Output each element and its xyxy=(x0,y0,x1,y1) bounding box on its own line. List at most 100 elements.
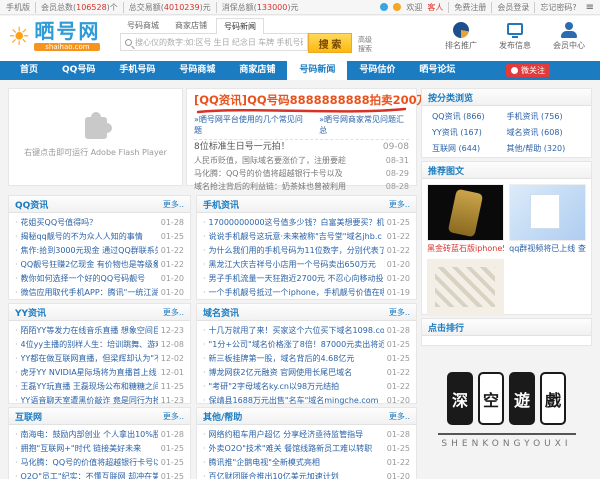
newsflash-item[interactable]: 域名抢注背后的利益链：奶茶妹也曾被利用 08-28 xyxy=(194,180,409,193)
more-link[interactable]: 更多.. xyxy=(163,307,184,318)
list-item[interactable]: · 王磊YY玩直播 王磊现场公布和糖糖之间的关系 11-25 xyxy=(15,379,184,393)
list-item[interactable]: · "考研"2字母域名ky.cn以98万元结拍 01-22 xyxy=(203,379,410,393)
list-item[interactable]: · QQ靓号狂赚2亿现金 有价物也是等级象征 01-22 xyxy=(15,257,184,271)
follow-badge[interactable]: 微关注 xyxy=(506,64,550,77)
nav-number-appraisal[interactable]: 号码估价 xyxy=(347,61,407,80)
logo-tile: 深 xyxy=(447,372,473,425)
menu-icon[interactable]: ≡ xyxy=(586,2,594,13)
category-link[interactable]: 其他/帮助 (320) xyxy=(507,142,582,156)
list-item[interactable]: · 揭秘qq靓号的不为众人人知的事情 01-25 xyxy=(15,229,184,243)
list-item[interactable]: · 4位yy主播的别样人生：培训跳舞、游戏解说、歌 12-08 xyxy=(15,337,184,351)
newsflash-item[interactable]: 8位标准生日号一元拍！ 09-08 xyxy=(194,140,409,154)
page: 手机版 会员总数(106528)个 总交易额(4010239)元 消保总额(13… xyxy=(0,0,600,479)
category-box-title: 按分类浏览 xyxy=(428,91,473,104)
sublink-1[interactable]: »晒号网平台使用的几个常见问题 xyxy=(194,114,307,136)
list-item[interactable]: · YY语音聊天室遭黑价敲诈 竟是同行为抢生意 11-23 xyxy=(15,393,184,407)
list-item[interactable]: · 男子手机流量一天狂跑近2700元 不忍心向移动投 01-20 xyxy=(203,271,410,285)
nav-qq-numbers[interactable]: QQ号码 xyxy=(50,61,107,80)
section-internet-news: 互联网 更多.. · 南海电：鼓励内部创业 个人拿出10%股份寻机会 01-28… xyxy=(8,407,191,479)
list-item[interactable]: · 教你如何选择一个好的QQ号码靓号 01-20 xyxy=(15,271,184,285)
nav-forum[interactable]: 晒号论坛 xyxy=(407,61,467,80)
list-item[interactable]: · 南海电：鼓励内部创业 个人拿出10%股份寻机会 01-28 xyxy=(15,427,184,441)
list-item[interactable]: · "1分+公司"域名价格涨了8倍！87000元卖出将近 01-25 xyxy=(203,337,410,351)
nav-mobile-numbers[interactable]: 手机号码 xyxy=(107,61,167,80)
search-input[interactable] xyxy=(135,38,303,47)
mobile-version-link[interactable]: 手机版 xyxy=(6,2,30,13)
list-item[interactable]: · 花姐买QQ号值得吗？ 01-28 xyxy=(15,215,184,229)
category-link[interactable]: 手机资讯 (756) xyxy=(507,110,582,124)
login-link[interactable]: 会员登录 xyxy=(491,2,529,13)
globe-icon xyxy=(453,22,469,38)
search-button[interactable]: 搜 索 xyxy=(308,33,352,53)
stat-members-value: 106528 xyxy=(76,3,107,12)
list-item[interactable]: · 一个手机靓号抵过一个iphone，手机靓号价值在哪 01-19 xyxy=(203,285,410,299)
newsflash-item[interactable]: 人民币贬值，国际域名要涨价了，注册要趁 08-31 xyxy=(194,154,409,167)
more-link[interactable]: 更多.. xyxy=(389,307,410,318)
more-link[interactable]: 更多.. xyxy=(163,411,184,422)
user-icon[interactable] xyxy=(393,3,401,11)
search-box xyxy=(120,33,308,51)
recommended-item-phone[interactable]: 黑金砖蓝石版iphone5亮 xyxy=(427,184,504,254)
advanced-search-link[interactable]: 高级 搜索 xyxy=(358,36,372,54)
nav-home[interactable]: 首页 xyxy=(8,61,50,80)
category-box: 按分类浏览 QQ资讯 (866) 手机资讯 (756) YY资讯 (167) 域… xyxy=(421,88,592,158)
headline-box: [QQ资讯]QQ号码8888888888拍卖200万 »晒号网平台使用的几个常见… xyxy=(186,88,417,186)
category-link[interactable]: YY资讯 (167) xyxy=(432,126,507,140)
header: ☀ 晒号网 shaihao.com 号码商城 商家店铺 号码新闻 搜 索 高级 xyxy=(0,16,600,61)
list-item[interactable]: · 十几万就甩了来！买家这个六位买下域名1098.co 01-28 xyxy=(203,323,410,337)
headline-title[interactable]: [QQ资讯]QQ号码8888888888拍卖200万 xyxy=(194,92,409,108)
more-link[interactable]: 更多.. xyxy=(163,199,184,210)
list-item[interactable]: · 虎牙YY NVIDIA星际场将为直播首上线 12-01 xyxy=(15,365,184,379)
list-item[interactable]: · 为什么我们用的手机号码为11位数字，分别代表了 01-22 xyxy=(203,243,410,257)
stat-trade: 总交易额(4010239)元 xyxy=(123,2,211,13)
shenkong-logo[interactable]: 深空遊戲 SHENKONGYOUXI xyxy=(421,372,592,449)
list-item[interactable]: · 陌陌YY等发力在线音乐直播 想象空间巨大 12-23 xyxy=(15,323,184,337)
list-item[interactable]: · YY都在做互联网直播，但梁辉却认为"不是厅 12-02 xyxy=(15,351,184,365)
list-item[interactable]: · 网络约租车用户超亿 分享经济亟待监管指导 01-28 xyxy=(203,427,410,441)
list-item[interactable]: · 新三板挂牌第一股，域名背后的4.68亿元 01-25 xyxy=(203,351,410,365)
member-center-link[interactable]: 会员中心 xyxy=(542,19,596,51)
nav-number-mall[interactable]: 号码商城 xyxy=(167,61,227,80)
list-item[interactable]: · 腾讯推"企鹅电视"全新模式亮相 01-22 xyxy=(203,455,410,469)
section-yy-news: YY资讯 更多.. · 陌陌YY等发力在线音乐直播 想象空间巨大 12-23 ·… xyxy=(8,303,191,404)
list-item[interactable]: · 外卖O2O"技术"难关 餐馆线路新员工难以转职 01-25 xyxy=(203,441,410,455)
nav-number-news[interactable]: 号码新闻 xyxy=(287,61,347,80)
nav-shops[interactable]: 商家店铺 xyxy=(227,61,287,80)
site-domain: shaihao.com xyxy=(34,43,100,51)
logo-tile: 遊 xyxy=(509,372,535,425)
section-other-help: 其他/帮助 更多.. · 网络约租车用户超亿 分享经济亟待监管指导 01-28 … xyxy=(196,407,417,479)
list-item[interactable]: · 拥抱"互联网+"时代 链接美好未来 01-25 xyxy=(15,441,184,455)
category-link[interactable]: 域名资讯 (608) xyxy=(507,126,582,140)
site-logo[interactable]: ☀ 晒号网 shaihao.com xyxy=(8,21,100,51)
topbar-account: 欢迎 客人 免费注册 会员登录 忘记密码? ≡ xyxy=(380,2,594,13)
list-item[interactable]: · 马化腾：QQ号的价值将超越银行卡号以及手机 01-25 xyxy=(15,455,184,469)
list-item[interactable]: · 百亿财团联合推出10亿美元加速计划 01-20 xyxy=(203,469,410,479)
cartoon-image xyxy=(427,259,504,316)
search-tab-mall[interactable]: 号码商城 xyxy=(120,18,166,34)
list-item[interactable]: · 黑龙江大庆吉祥号小店用一个号码卖出650万元 01-20 xyxy=(203,257,410,271)
search-tab-shops[interactable]: 商家店铺 xyxy=(168,18,214,34)
register-link[interactable]: 免费注册 xyxy=(448,2,486,13)
publish-info-link[interactable]: 发布信息 xyxy=(488,19,542,51)
sublink-2[interactable]: »晒号网商家常见问题汇总 xyxy=(319,114,409,136)
category-link[interactable]: 互联网 (644) xyxy=(432,142,507,156)
person-icon xyxy=(565,22,573,30)
recommended-item-qq-video[interactable]: qq群视频将已上线 查 xyxy=(509,184,586,254)
guest-link[interactable]: 客人 xyxy=(427,2,443,13)
list-item[interactable]: · O2O"员工"纪实：不懂互联网 却冲在第一线 01-25 xyxy=(15,469,184,479)
list-item[interactable]: · 微信应用取代手机APP：腾讯"一统江湖"的野心 01-20 xyxy=(15,285,184,299)
more-link[interactable]: 更多.. xyxy=(389,411,410,422)
list-item[interactable]: · 焦作:拾到3000元现金 通过QQ群联系失主 01-22 xyxy=(15,243,184,257)
newsflash-item[interactable]: 马化腾：QQ号的价值将超越银行卡号以及 08-29 xyxy=(194,167,409,180)
flash-placeholder[interactable]: 右键点击即可运行 Adobe Flash Player xyxy=(8,88,183,186)
search-tab-news[interactable]: 号码新闻 xyxy=(216,18,264,34)
category-link[interactable]: QQ资讯 (866) xyxy=(432,110,507,124)
more-link[interactable]: 更多.. xyxy=(389,199,410,210)
list-item[interactable]: · 17000000000这号值多少钱？白富美想要买？机主 01-25 xyxy=(203,215,410,229)
rank-promo-link[interactable]: 排名推广 xyxy=(434,19,488,51)
chat-icon[interactable] xyxy=(380,3,388,11)
forgot-password-link[interactable]: 忘记密码? xyxy=(534,2,576,13)
list-item[interactable]: · 博龙网获2亿元融资 官网使用长尾巴域名 01-22 xyxy=(203,365,410,379)
list-item[interactable]: · 说说手机靓号这玩意·未来被称"吉号堂"域名jhb.c 01-22 xyxy=(203,229,410,243)
list-item[interactable]: · 保靖县1688万元出售"名车"域名mingche.com 01-20 xyxy=(203,393,410,407)
